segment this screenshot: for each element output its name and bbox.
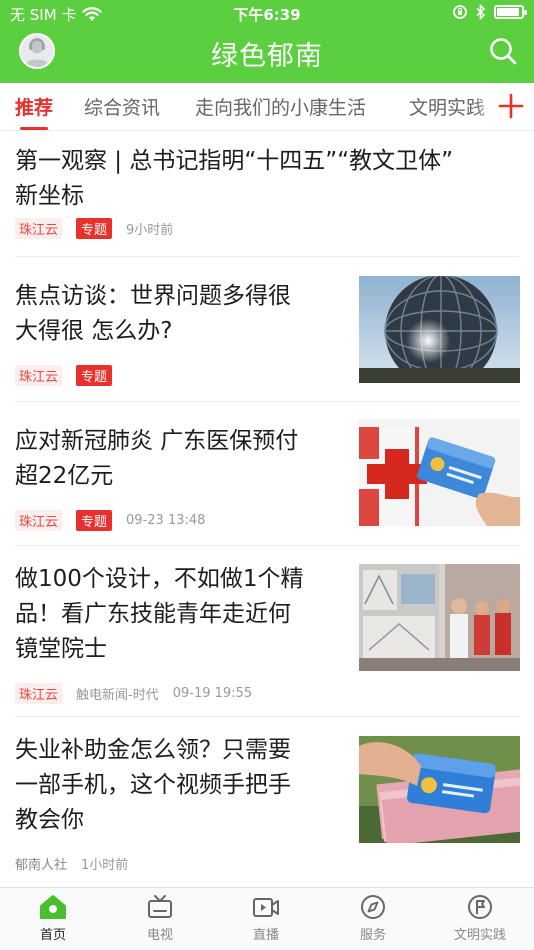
- topic-tag: 专题: [76, 365, 113, 386]
- divider: [15, 716, 519, 717]
- active-tab-indicator: [20, 127, 48, 130]
- cash-card-image: [359, 736, 520, 843]
- flag-icon: [468, 895, 492, 919]
- news-title[interactable]: 失业补助金怎么领？只需要 一部手机，这个视频手把手 教会你: [15, 733, 345, 838]
- topic-tag: 专题: [76, 510, 113, 531]
- news-time: 09-19 19:55: [172, 686, 253, 701]
- tab-home[interactable]: 首页: [13, 894, 93, 943]
- news-title[interactable]: 做100个设计，不如做1个精 品！看广东技能青年走近何 镜堂院士: [15, 562, 345, 667]
- news-source: 郁南人社: [15, 858, 68, 873]
- live-icon: [253, 898, 279, 917]
- divider: [15, 545, 519, 546]
- add-channel-button[interactable]: [496, 91, 526, 121]
- battery-icon: [494, 5, 527, 19]
- search-icon: [490, 38, 517, 65]
- news-title[interactable]: 焦点访谈：世界问题多得很 大得很 怎么办?: [15, 279, 345, 349]
- channel-tabs: 推荐 综合资讯 走向我们的小康生活 文明实践: [0, 83, 534, 131]
- tab-live[interactable]: 直播: [226, 894, 306, 943]
- plus-icon: [498, 93, 524, 119]
- news-source: 珠江云: [15, 365, 63, 386]
- tab-home-label: 首页: [39, 928, 66, 943]
- search-button[interactable]: [488, 36, 518, 66]
- medical-card-image: [359, 419, 520, 526]
- tab-news[interactable]: 综合资讯: [84, 93, 160, 120]
- news-thumbnail[interactable]: [359, 276, 520, 383]
- news-source: 珠江云: [15, 218, 63, 239]
- tv-icon: [148, 895, 172, 918]
- tab-recommend[interactable]: 推荐: [15, 93, 53, 120]
- news-time: 9小时前: [126, 223, 174, 238]
- tab-tv[interactable]: 电视: [120, 894, 200, 943]
- nav-bar: 绿色郁南: [0, 28, 534, 83]
- news-source: 珠江云: [15, 510, 63, 531]
- divider: [15, 401, 519, 402]
- topic-tag: 专题: [76, 218, 113, 239]
- globe-image: [359, 276, 520, 383]
- news-thumbnail[interactable]: [359, 564, 520, 671]
- tab-tv-label: 电视: [146, 928, 173, 943]
- bluetooth-icon: [476, 4, 486, 20]
- news-channel: 触电新闻-时代: [76, 688, 159, 703]
- tab-service[interactable]: 服务: [333, 894, 413, 943]
- news-title[interactable]: 第一观察 | 总书记指明“十四五”“教文卫体” 新坐标: [15, 144, 525, 214]
- tab-live-label: 直播: [252, 928, 279, 943]
- tab-civilization-practice[interactable]: 文明实践: [440, 894, 520, 943]
- tab-civilization-practice-label: 文明实践: [453, 928, 506, 943]
- news-time: 1小时前: [81, 858, 129, 873]
- tab-service-label: 服务: [359, 928, 386, 943]
- bottom-tab-bar: 首页 电视 直播 服务 文明实践: [0, 887, 534, 950]
- news-thumbnail[interactable]: [359, 419, 520, 526]
- rotation-lock-icon: [453, 5, 467, 19]
- app-header: 无 SIM 卡 下午6:39 绿色郁南: [0, 0, 534, 83]
- news-time: 09-23 13:48: [126, 513, 206, 528]
- app-title: 绿色郁南: [211, 41, 323, 72]
- news-title[interactable]: 应对新冠肺炎 广东医保预付 超22亿元: [15, 424, 345, 494]
- tab-xiaokang[interactable]: 走向我们的小康生活: [195, 93, 366, 120]
- status-bar: 无 SIM 卡 下午6:39: [0, 0, 534, 28]
- compass-icon: [361, 895, 385, 919]
- news-thumbnail[interactable]: [359, 736, 520, 843]
- divider: [15, 256, 519, 257]
- exhibition-image: [359, 564, 520, 671]
- news-source: 珠江云: [15, 683, 63, 704]
- home-icon: [40, 895, 66, 919]
